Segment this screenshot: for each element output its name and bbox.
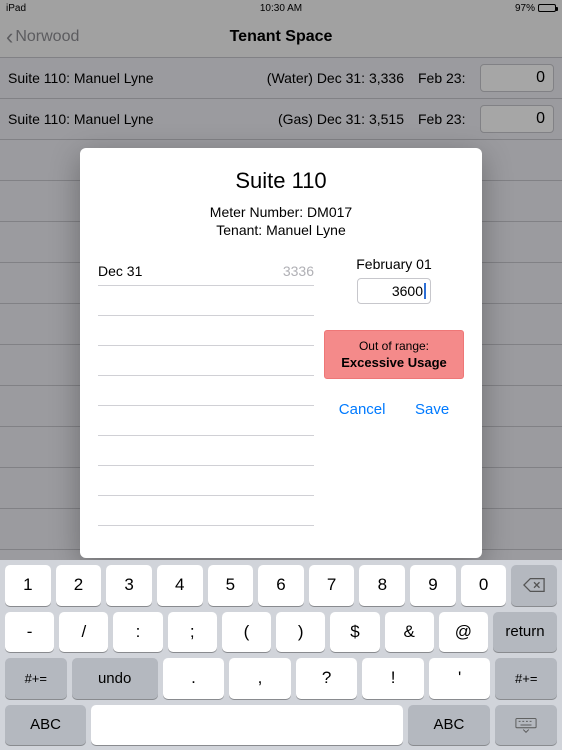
soft-keyboard: 1 2 3 4 5 6 7 8 9 0 - / : ; ( ) $ & @ re… — [0, 560, 562, 750]
key-colon[interactable]: : — [113, 612, 162, 653]
prev-value: 3336 — [283, 263, 314, 279]
key-apostrophe[interactable]: ' — [429, 658, 491, 699]
key-symbols-right[interactable]: #+= — [495, 658, 557, 699]
backspace-icon — [523, 577, 545, 593]
new-reading-column: February 01 3600 Out of range: Excessive… — [324, 256, 464, 526]
key-symbols-left[interactable]: #+= — [5, 658, 67, 699]
prev-date: Dec 31 — [98, 263, 283, 279]
key-abc-left[interactable]: ABC — [5, 705, 86, 746]
key-3[interactable]: 3 — [106, 565, 152, 606]
key-exclaim[interactable]: ! — [362, 658, 424, 699]
key-9[interactable]: 9 — [410, 565, 456, 606]
key-return[interactable]: return — [493, 612, 557, 653]
text-caret — [424, 283, 426, 299]
key-undo[interactable]: undo — [72, 658, 158, 699]
key-dash[interactable]: - — [5, 612, 54, 653]
new-reading-value: 3600 — [392, 283, 423, 299]
previous-readings-column: Dec 31 3336 — [98, 256, 324, 526]
new-reading-input[interactable]: 3600 — [357, 278, 431, 304]
keyboard-hide-icon — [515, 717, 537, 733]
meter-number-label: Meter Number: DM017 — [98, 204, 464, 220]
key-5[interactable]: 5 — [208, 565, 254, 606]
key-backspace[interactable] — [511, 565, 557, 606]
key-8[interactable]: 8 — [359, 565, 405, 606]
warning-line2: Excessive Usage — [329, 355, 459, 370]
reading-dialog: Suite 110 Meter Number: DM017 Tenant: Ma… — [80, 148, 482, 558]
warning-line1: Out of range: — [329, 339, 459, 353]
new-date-label: February 01 — [324, 256, 464, 272]
app-root: iPad 10:30 AM 97% ‹ Norwood Tenant Space… — [0, 0, 562, 750]
key-semicolon[interactable]: ; — [168, 612, 217, 653]
key-question[interactable]: ? — [296, 658, 358, 699]
key-4[interactable]: 4 — [157, 565, 203, 606]
tenant-name-label: Tenant: Manuel Lyne — [98, 222, 464, 238]
key-slash[interactable]: / — [59, 612, 108, 653]
key-comma[interactable]: , — [229, 658, 291, 699]
key-abc-right[interactable]: ABC — [408, 705, 489, 746]
cancel-button[interactable]: Cancel — [339, 401, 386, 418]
key-hide-keyboard[interactable] — [495, 705, 557, 746]
key-1[interactable]: 1 — [5, 565, 51, 606]
key-0[interactable]: 0 — [461, 565, 507, 606]
key-2[interactable]: 2 — [56, 565, 102, 606]
key-lparen[interactable]: ( — [222, 612, 271, 653]
key-rparen[interactable]: ) — [276, 612, 325, 653]
save-button[interactable]: Save — [415, 401, 449, 418]
dialog-title: Suite 110 — [98, 168, 464, 194]
key-amp[interactable]: & — [385, 612, 434, 653]
key-space[interactable] — [91, 705, 403, 746]
key-period[interactable]: . — [163, 658, 225, 699]
key-dollar[interactable]: $ — [330, 612, 379, 653]
key-at[interactable]: @ — [439, 612, 488, 653]
key-7[interactable]: 7 — [309, 565, 355, 606]
key-6[interactable]: 6 — [258, 565, 304, 606]
validation-warning: Out of range: Excessive Usage — [324, 330, 464, 379]
